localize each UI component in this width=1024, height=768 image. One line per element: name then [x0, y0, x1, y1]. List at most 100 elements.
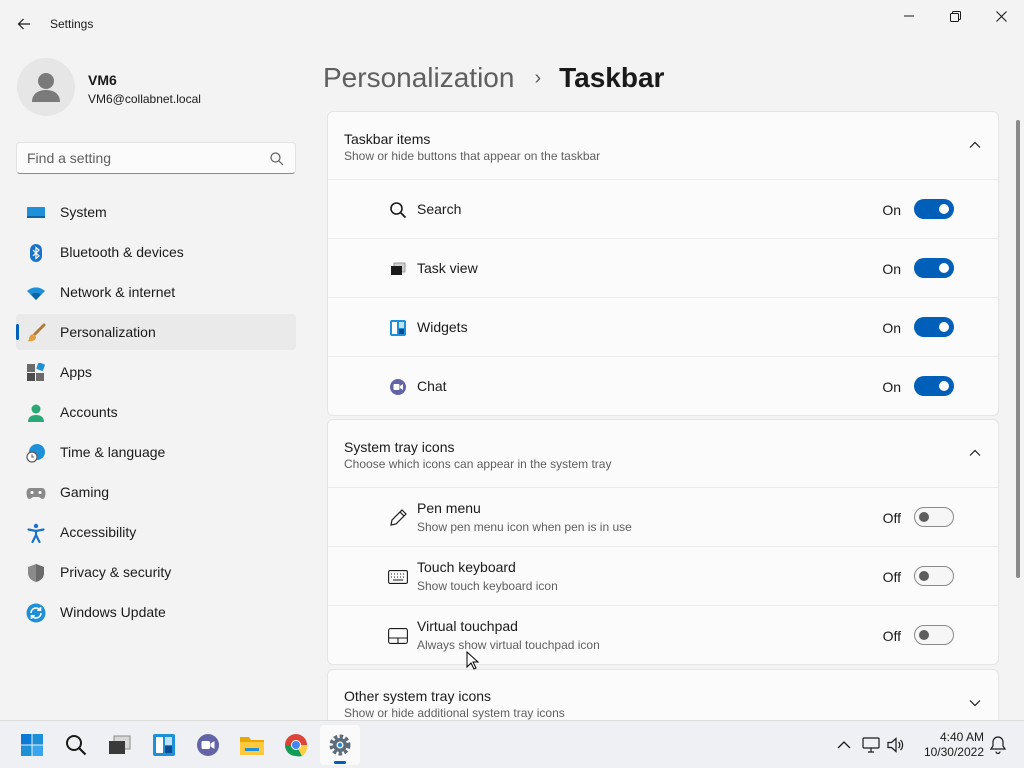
sidebar-item-label: Accessibility: [60, 524, 137, 540]
sidebar-item-label: Windows Update: [60, 604, 166, 620]
toggle-state: On: [882, 320, 901, 336]
setting-row-chat: Chat On: [328, 357, 998, 415]
taskbar-widgets-button[interactable]: [144, 725, 184, 765]
settings-icon: [329, 734, 351, 756]
brush-icon: [26, 323, 46, 343]
other-tray-header[interactable]: Other system tray icons Show or hide add…: [328, 670, 998, 720]
chevron-down-icon[interactable]: [968, 696, 982, 710]
taskbar-items-card: Taskbar items Show or hide buttons that …: [327, 111, 999, 416]
card-subtitle: Show or hide buttons that appear on the …: [344, 149, 601, 163]
sidebar-item-accounts[interactable]: Accounts: [16, 394, 296, 430]
chat-icon: [387, 376, 409, 398]
sidebar-item-gaming[interactable]: Gaming: [16, 474, 296, 510]
setting-row-search: Search On: [328, 180, 998, 239]
minimize-icon: [904, 15, 914, 17]
taskbar-settings-button[interactable]: [320, 725, 360, 765]
bluetooth-icon: [26, 243, 46, 263]
task-view-toggle[interactable]: [914, 258, 954, 278]
page-title: Taskbar: [559, 62, 665, 93]
sidebar-item-system[interactable]: System: [16, 194, 296, 230]
sidebar-item-network[interactable]: Network & internet: [16, 274, 296, 310]
toggle-state: On: [882, 261, 901, 277]
widgets-toggle[interactable]: [914, 317, 954, 337]
clock-date: 10/30/2022: [923, 745, 984, 759]
sidebar-nav: System Bluetooth & devices Network & int…: [16, 194, 296, 634]
sidebar-item-bluetooth[interactable]: Bluetooth & devices: [16, 234, 296, 270]
active-app-indicator: [334, 761, 346, 764]
task-view-icon: [387, 258, 409, 280]
notifications-button[interactable]: [988, 735, 1008, 755]
sidebar-item-personalization[interactable]: Personalization: [16, 314, 296, 350]
user-email: VM6@collabnet.local: [88, 92, 201, 106]
show-hidden-icons-button[interactable]: [834, 735, 854, 755]
pen-icon: [387, 507, 409, 529]
widgets-icon: [387, 317, 409, 339]
search-icon: [270, 152, 284, 166]
back-button[interactable]: [12, 12, 36, 36]
taskbar-chat-button[interactable]: [188, 725, 228, 765]
title-bar: Settings: [0, 0, 1024, 48]
sidebar-item-privacy-security[interactable]: Privacy & security: [16, 554, 296, 590]
breadcrumb-parent[interactable]: Personalization: [323, 62, 514, 94]
update-icon: [26, 603, 46, 623]
minimize-button[interactable]: [886, 0, 932, 32]
search-input[interactable]: [27, 149, 257, 167]
taskbar-task-view-button[interactable]: [100, 725, 140, 765]
taskbar-chrome-button[interactable]: [276, 725, 316, 765]
taskbar-items-header[interactable]: Taskbar items Show or hide buttons that …: [328, 112, 998, 180]
taskbar-clock[interactable]: 4:40 AM 10/30/2022: [908, 730, 984, 760]
user-name: VM6: [88, 72, 117, 88]
chevron-up-icon: [837, 741, 851, 749]
network-icon: [862, 737, 880, 753]
scrollbar[interactable]: [1016, 120, 1020, 578]
sidebar-item-apps[interactable]: Apps: [16, 354, 296, 390]
taskbar-search-button[interactable]: [56, 725, 96, 765]
accessibility-icon: [26, 523, 46, 543]
restore-icon: [949, 10, 961, 22]
pen-menu-toggle[interactable]: [914, 507, 954, 527]
setting-row-virtual-touchpad: Virtual touchpad Always show virtual tou…: [328, 606, 998, 664]
clock-time: 4:40 AM: [939, 730, 984, 744]
widgets-icon: [153, 734, 175, 756]
setting-label: Virtual touchpad: [417, 618, 518, 634]
sidebar-item-time-language[interactable]: Time & language: [16, 434, 296, 470]
chat-icon: [197, 734, 219, 756]
sidebar-item-accessibility[interactable]: Accessibility: [16, 514, 296, 550]
system-tray-card: System tray icons Choose which icons can…: [327, 419, 999, 665]
network-status-button[interactable]: [861, 735, 881, 755]
avatar[interactable]: [17, 58, 75, 116]
virtual-touchpad-toggle[interactable]: [914, 625, 954, 645]
search-box[interactable]: [16, 142, 296, 174]
setting-row-pen-menu: Pen menu Show pen menu icon when pen is …: [328, 488, 998, 547]
chevron-up-icon[interactable]: [968, 446, 982, 460]
gamepad-icon: [26, 483, 46, 503]
chevron-up-icon[interactable]: [968, 138, 982, 152]
setting-label: Widgets: [417, 319, 468, 335]
touch-keyboard-toggle[interactable]: [914, 566, 954, 586]
toggle-state: Off: [882, 569, 901, 585]
wifi-icon: [26, 283, 46, 303]
sidebar-item-windows-update[interactable]: Windows Update: [16, 594, 296, 630]
person-icon: [32, 73, 60, 102]
chat-toggle[interactable]: [914, 376, 954, 396]
restore-button[interactable]: [932, 0, 978, 32]
close-button[interactable]: [978, 0, 1024, 32]
sidebar-item-label: Time & language: [60, 444, 166, 460]
close-icon: [995, 10, 1007, 22]
other-tray-card: Other system tray icons Show or hide add…: [327, 669, 999, 720]
setting-description: Show touch keyboard icon: [417, 579, 558, 593]
volume-button[interactable]: [886, 735, 906, 755]
toggle-state: On: [882, 202, 901, 218]
setting-label: Touch keyboard: [417, 559, 516, 575]
sidebar-item-label: Bluetooth & devices: [60, 244, 184, 260]
file-explorer-icon: [240, 737, 264, 755]
search-toggle[interactable]: [914, 199, 954, 219]
start-button[interactable]: [12, 725, 52, 765]
breadcrumb: Personalization › Taskbar: [323, 58, 664, 98]
touchpad-icon: [387, 625, 409, 647]
app-title: Settings: [50, 17, 94, 31]
setting-description: Always show virtual touchpad icon: [417, 638, 600, 652]
taskbar-file-explorer-button[interactable]: [232, 725, 272, 765]
system-tray-header[interactable]: System tray icons Choose which icons can…: [328, 420, 998, 488]
chrome-icon: [285, 734, 308, 757]
